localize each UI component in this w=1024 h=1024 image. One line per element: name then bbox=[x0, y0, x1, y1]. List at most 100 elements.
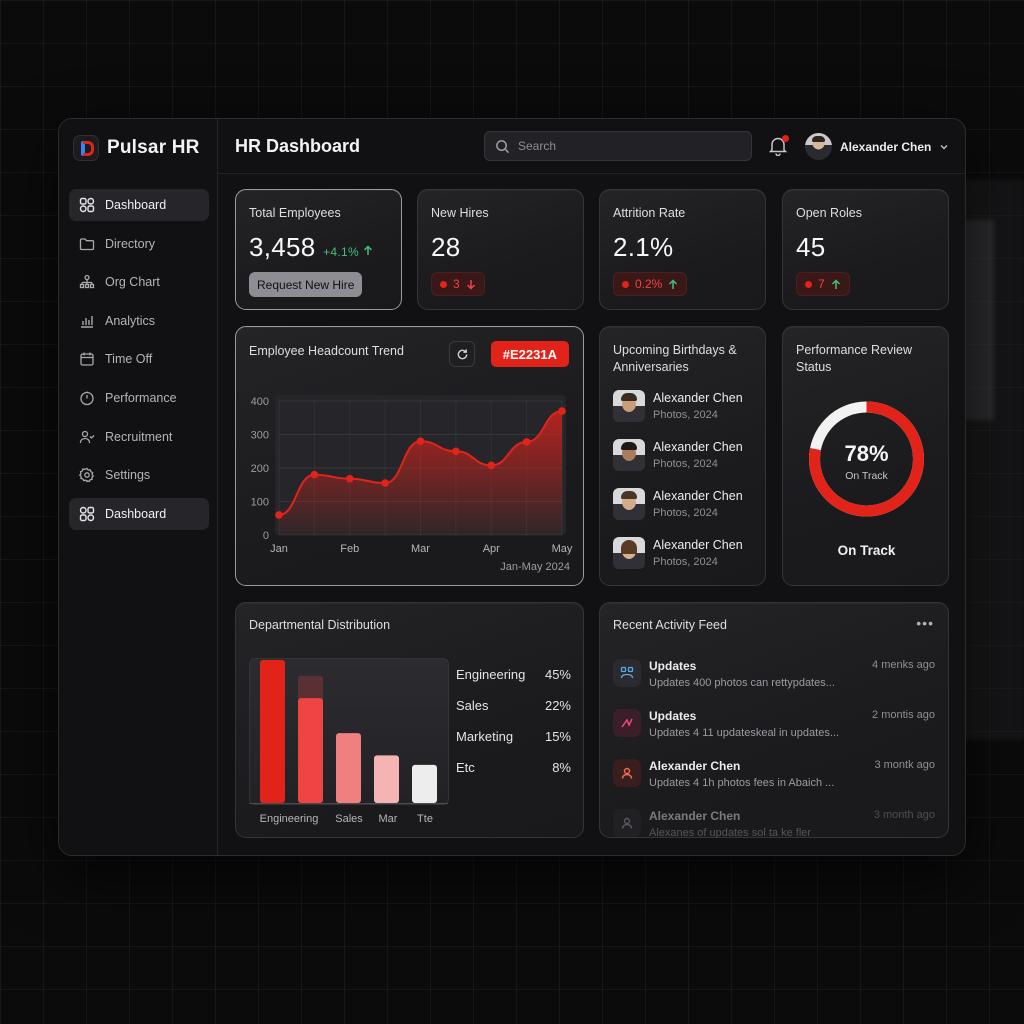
card-title: Performance Review Status bbox=[796, 343, 913, 374]
y-tick-label: 0 bbox=[263, 530, 269, 542]
user-menu[interactable]: Alexander Chen bbox=[805, 133, 949, 160]
sidebar-item-label: Performance bbox=[105, 390, 177, 405]
arrow-up-icon bbox=[363, 245, 372, 255]
data-point bbox=[452, 447, 460, 456]
notification-bell[interactable] bbox=[768, 135, 789, 158]
feed-item[interactable]: Updates Updates 4 11 updateskeal in upda… bbox=[613, 707, 935, 747]
sidebar-item-settings[interactable]: Settings bbox=[69, 459, 209, 491]
sidebar-item-analytics[interactable]: Analytics bbox=[69, 305, 209, 337]
list-item[interactable]: Alexander Chen Photos, 2024 bbox=[613, 390, 743, 422]
sidebar-item-dashboard[interactable]: Dashboard bbox=[69, 189, 209, 221]
data-point bbox=[275, 511, 283, 519]
request-new-hire-button[interactable]: Request New Hire bbox=[249, 272, 363, 297]
feed-title: Alexander Chen bbox=[649, 809, 741, 823]
legend-name: Sales bbox=[456, 698, 489, 713]
card-label: Open Roles bbox=[796, 206, 863, 220]
sidebar-item-org-chart[interactable]: Org Chart bbox=[69, 266, 209, 298]
notification-badge bbox=[782, 135, 789, 142]
performance-caption: On Track bbox=[837, 543, 896, 558]
feed-desc: Alexanes of updates sol ta ke fler bbox=[649, 827, 812, 838]
legend-item: Engineering 45% bbox=[456, 667, 571, 682]
grid-icon bbox=[79, 506, 95, 521]
person-sub: Photos, 2024 bbox=[653, 507, 718, 519]
legend-item: Marketing 15% bbox=[456, 729, 571, 744]
users-icon bbox=[79, 430, 95, 443]
list-item[interactable]: Alexander Chen Photos, 2024 bbox=[613, 488, 743, 520]
x-tick-label: Mar bbox=[411, 543, 430, 555]
activity-feed-card: Recent Activity Feed ••• Updates Updates… bbox=[599, 602, 949, 838]
search-bar[interactable] bbox=[484, 131, 752, 161]
list-item[interactable]: Alexander Chen Photos, 2024 bbox=[613, 439, 743, 471]
sidebar-item-label: Analytics bbox=[105, 313, 156, 328]
headcount-trend-card: Employee Headcount Trend #E2231A 0 100 200… bbox=[235, 326, 584, 586]
card-label: Total Employees bbox=[249, 206, 341, 220]
card-label: Attrition Rate bbox=[613, 206, 686, 220]
feed-time: 3 month ago bbox=[873, 809, 935, 821]
trend-icon bbox=[613, 709, 641, 737]
sidebar-item-recruitment[interactable]: Recruitment bbox=[69, 421, 209, 453]
sidebar-item-label: Dashboard bbox=[105, 198, 167, 212]
feed-item[interactable]: Alexander Chen Alexanes of updates sol t… bbox=[613, 807, 935, 847]
feed-time: 4 menks ago bbox=[872, 659, 935, 671]
feed-title: Updates bbox=[649, 709, 697, 723]
brand-name: Pulsar HR bbox=[107, 137, 200, 158]
sidebar-item-label: Recruitment bbox=[105, 429, 173, 444]
arrow-up-icon bbox=[669, 278, 678, 289]
sidebar-item-directory[interactable]: Directory bbox=[69, 228, 209, 260]
bar bbox=[374, 755, 399, 803]
legend-value: 15% bbox=[544, 729, 571, 744]
delta-pill: 3 bbox=[431, 272, 485, 296]
bar-chart-icon bbox=[81, 315, 93, 328]
sidebar: Pulsar HR Dashboard Directory Org Chart … bbox=[59, 119, 218, 855]
status-dot bbox=[622, 280, 629, 288]
list-item[interactable]: Alexander Chen Photos, 2024 bbox=[613, 537, 743, 569]
chevron-down-icon bbox=[940, 144, 948, 150]
avatar bbox=[613, 488, 645, 520]
arrow-up-icon bbox=[831, 278, 840, 289]
legend-value: 8% bbox=[552, 760, 571, 775]
more-options-icon[interactable]: ••• bbox=[916, 615, 934, 631]
person-sub: Photos, 2024 bbox=[653, 409, 718, 421]
person-name: Alexander Chen bbox=[653, 440, 743, 454]
stat-number: 45 bbox=[796, 232, 826, 262]
feed-item[interactable]: Alexander Chen Updates 4 1h photos fees … bbox=[613, 757, 935, 797]
person-name: Alexander Chen bbox=[653, 489, 743, 503]
bar bbox=[336, 733, 361, 803]
feed-desc: Updates 4 11 updateskeal in updates... bbox=[649, 727, 839, 739]
search-input[interactable] bbox=[518, 139, 738, 153]
sidebar-item-time-off[interactable]: Time Off bbox=[69, 343, 209, 375]
feed-item[interactable]: Updates Updates 400 photos can rettypdat… bbox=[613, 657, 935, 697]
bar bbox=[412, 764, 437, 803]
y-tick-label: 300 bbox=[251, 430, 269, 442]
user-name: Alexander Chen bbox=[840, 139, 932, 154]
bar bbox=[260, 660, 285, 803]
timer-icon bbox=[80, 391, 94, 406]
brand[interactable]: Pulsar HR bbox=[73, 135, 200, 161]
data-point bbox=[416, 437, 425, 445]
legend-name: Etc bbox=[456, 760, 475, 775]
legend-value: 45% bbox=[544, 667, 571, 682]
sidebar-item-label: Time Off bbox=[105, 352, 153, 367]
feed-time: 2 montis ago bbox=[872, 709, 935, 721]
sidebar-item-label: Org Chart bbox=[105, 275, 160, 290]
bar bbox=[298, 698, 323, 803]
y-tick-label: 200 bbox=[251, 463, 269, 475]
sidebar-item-performance[interactable]: Performance bbox=[69, 382, 209, 414]
data-point bbox=[381, 479, 389, 487]
search-icon bbox=[496, 139, 510, 153]
total-employees-value: 3,458 +4.1% bbox=[249, 232, 373, 263]
person-sub: Photos, 2024 bbox=[653, 556, 718, 568]
attrition-rate-card: Attrition Rate 2.1% 0.2% bbox=[599, 189, 766, 310]
stat-number: 28 bbox=[431, 232, 461, 262]
arrow-down-icon bbox=[466, 279, 475, 290]
avatar bbox=[613, 390, 645, 422]
stat-number: 3,458 bbox=[249, 232, 316, 262]
x-tick-label: Sales bbox=[335, 813, 363, 825]
team-icon bbox=[613, 659, 641, 687]
delta-text: 0.2% bbox=[635, 277, 663, 291]
folder-icon bbox=[79, 237, 95, 250]
sidebar-item-dashboard-secondary[interactable]: Dashboard bbox=[69, 497, 209, 530]
feed-time: 3 montk ago bbox=[874, 759, 935, 771]
delta-pill: 7 bbox=[796, 272, 850, 296]
feed-title: Alexander Chen bbox=[649, 759, 741, 773]
